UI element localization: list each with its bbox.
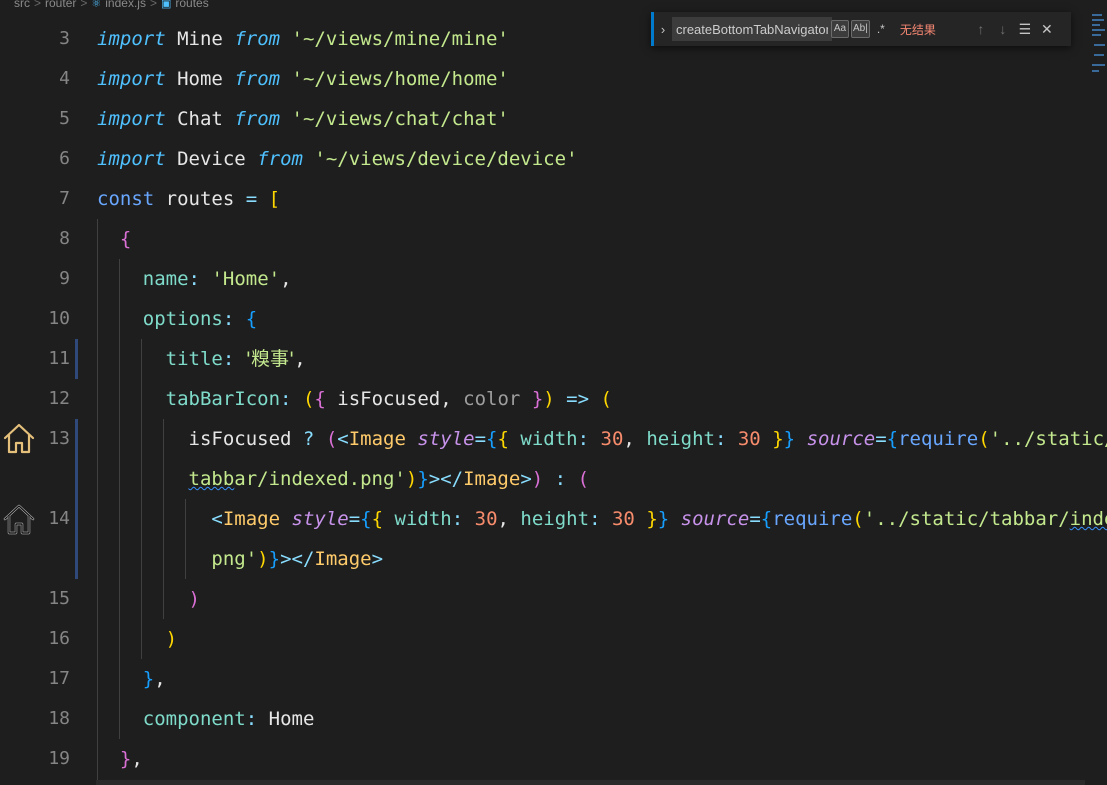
- code-line: 15 ): [0, 579, 1085, 619]
- breadcrumb-separator: >: [149, 0, 157, 10]
- find-in-selection-icon[interactable]: ☰: [1014, 21, 1036, 38]
- line-number: 17: [48, 668, 70, 689]
- line-number: 14: [48, 508, 70, 529]
- line-number: 15: [48, 588, 70, 609]
- code-line: 14 <Image style={{ width: 30, height: 30…: [0, 499, 1107, 539]
- whole-word-toggle[interactable]: Ab|: [851, 20, 870, 38]
- breadcrumb: src > router > ⚛ index.js > ▣ routes: [14, 0, 209, 11]
- code-text: },: [142, 668, 166, 690]
- line-number: 19: [48, 748, 70, 769]
- minimap-line: [1094, 54, 1104, 56]
- house-icon-yellow: [3, 423, 35, 454]
- close-icon[interactable]: ✕: [1036, 21, 1058, 38]
- code-line-wrapped: tabbar/indexed.png')}></Image>) : (: [0, 459, 1085, 499]
- code-text: import Mine from '~/views/mine/mine': [97, 28, 509, 50]
- minimap-line: [1092, 19, 1104, 21]
- code-text: title: '糗事',: [165, 348, 306, 370]
- minimap-line: [1094, 44, 1105, 46]
- breadcrumb-src[interactable]: src: [14, 0, 30, 10]
- code-line: 7 const routes = [: [0, 179, 1085, 219]
- horizontal-scrollbar[interactable]: [96, 780, 1085, 785]
- breadcrumb-separator: >: [34, 0, 42, 10]
- next-match-arrow-down-icon[interactable]: ↓: [992, 21, 1014, 37]
- breadcrumb-separator: >: [80, 0, 88, 10]
- code-line: 17 },: [0, 659, 1085, 699]
- code-text: tabBarIcon: ({ isFocused, color }) => (: [165, 388, 612, 410]
- find-widget: › Aa Ab| .* 无结果 ↑ ↓ ☰ ✕: [651, 12, 1071, 46]
- code-line: 13 isFocused ? (<Image style={{ width: 3…: [0, 419, 1107, 459]
- code-text: <Image style={{ width: 30, height: 30 }}…: [211, 508, 1107, 530]
- code-line: 5 import Chat from '~/views/chat/chat': [0, 99, 1085, 139]
- breadcrumb-symbol[interactable]: routes: [175, 0, 208, 10]
- match-case-toggle[interactable]: Aa: [831, 20, 849, 38]
- minimap-line: [1092, 64, 1105, 66]
- line-number: 12: [48, 388, 70, 409]
- code-text: },: [119, 748, 143, 770]
- code-line: 12 tabBarIcon: ({ isFocused, color }) =>…: [0, 379, 1085, 419]
- react-file-icon: ⚛: [91, 0, 102, 10]
- code-line: 19 },: [0, 739, 1085, 779]
- code-text: tabbar/indexed.png')}></Image>) : (: [188, 468, 590, 490]
- code-text: png')}></Image>: [211, 548, 384, 570]
- code-line: 16 ): [0, 619, 1085, 659]
- line-number: 11: [48, 348, 70, 369]
- line-number: 5: [59, 108, 70, 129]
- code-line: 4 import Home from '~/views/home/home': [0, 59, 1085, 99]
- code-text: ): [165, 628, 178, 650]
- code-text: options: {: [142, 308, 258, 330]
- previous-match-arrow-up-icon[interactable]: ↑: [970, 21, 992, 37]
- breadcrumb-file[interactable]: index.js: [105, 0, 146, 10]
- line-number: 18: [48, 708, 70, 729]
- code-text: const routes = [: [97, 188, 281, 210]
- line-number: 8: [59, 228, 70, 249]
- code-text: component: Home: [142, 708, 315, 730]
- line-number: 7: [59, 188, 70, 209]
- find-input[interactable]: [672, 17, 832, 41]
- minimap-line: [1092, 14, 1102, 16]
- find-result-status: 无结果: [899, 22, 936, 37]
- line-number: 4: [59, 68, 70, 89]
- find-options: Aa Ab| .*: [831, 20, 890, 38]
- minimap-line: [1092, 34, 1101, 36]
- line-number: 16: [48, 628, 70, 649]
- code-text: import Device from '~/views/device/devic…: [97, 148, 578, 170]
- line-number: 6: [59, 148, 70, 169]
- house-icon-black: [3, 504, 35, 535]
- code-line: 9 name: 'Home',: [0, 259, 1085, 299]
- breadcrumb-router[interactable]: router: [45, 0, 76, 10]
- line-number: 10: [48, 308, 70, 329]
- toggle-replace-chevron-icon[interactable]: ›: [654, 22, 672, 37]
- code-line-wrapped: png')}></Image>: [0, 539, 1085, 579]
- code-text: name: 'Home',: [142, 268, 292, 290]
- code-text: isFocused ? (<Image style={{ width: 30, …: [188, 428, 1107, 450]
- minimap-line: [1092, 24, 1100, 26]
- code-text: import Chat from '~/views/chat/chat': [97, 108, 509, 130]
- regex-toggle[interactable]: .*: [872, 20, 890, 38]
- code-line: 11 title: '糗事',: [0, 339, 1085, 379]
- code-editor[interactable]: 3 import Mine from '~/views/mine/mine' 4…: [0, 19, 1107, 785]
- code-text: ): [188, 588, 200, 610]
- minimap-line: [1092, 70, 1099, 72]
- line-number: 13: [48, 428, 70, 449]
- code-text: {: [119, 228, 132, 250]
- code-line: 8 {: [0, 219, 1085, 259]
- code-line: 18 component: Home: [0, 699, 1085, 739]
- line-number: 3: [59, 28, 70, 49]
- line-number: 9: [59, 268, 70, 289]
- variable-symbol-icon: ▣: [160, 0, 172, 10]
- code-line: 10 options: {: [0, 299, 1085, 339]
- minimap[interactable]: [1090, 10, 1107, 80]
- code-line: 6 import Device from '~/views/device/dev…: [0, 139, 1085, 179]
- minimap-line: [1092, 29, 1105, 31]
- code-text: import Home from '~/views/home/home': [97, 68, 509, 90]
